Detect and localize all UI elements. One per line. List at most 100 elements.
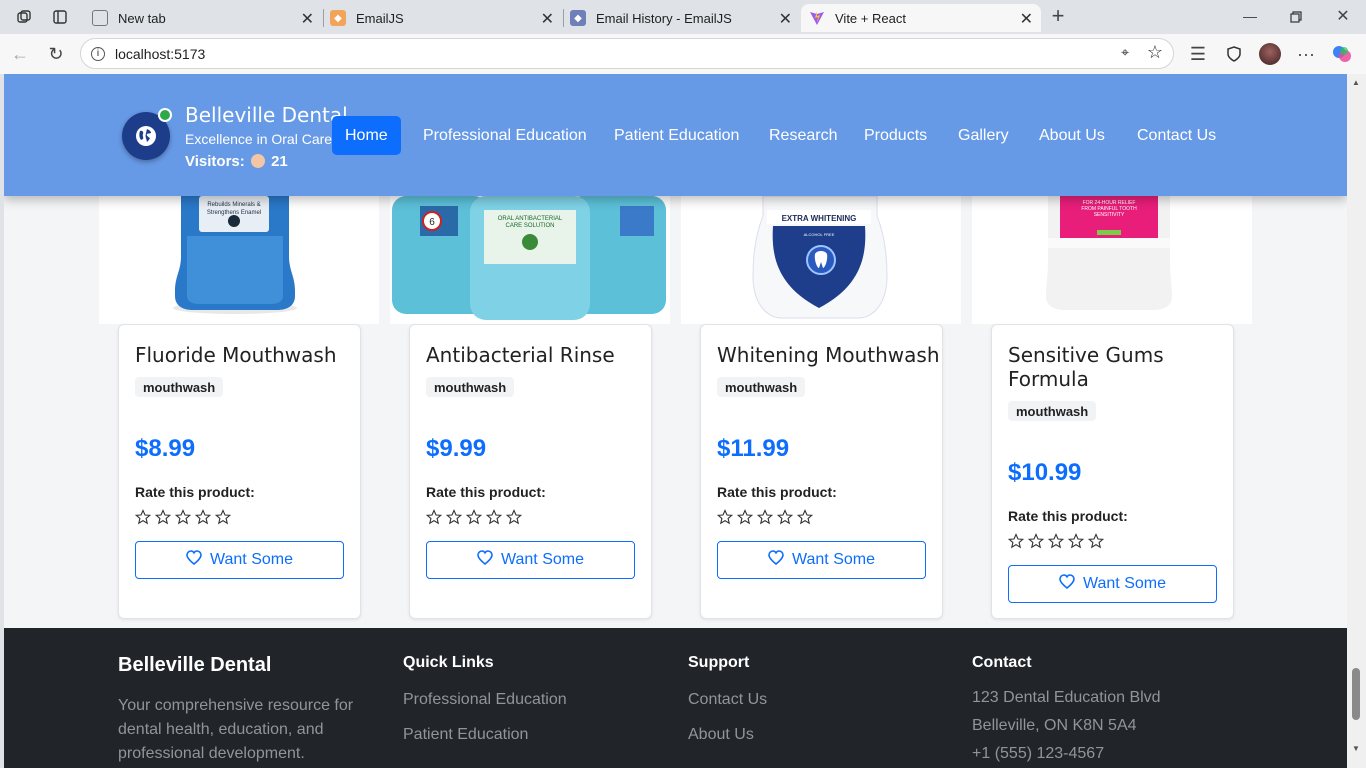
site-footer: Belleville Dental Your comprehensive res…: [4, 628, 1347, 768]
page-scrollbar[interactable]: ▲ ▼: [1347, 74, 1366, 768]
scroll-up-icon[interactable]: ▲: [1352, 78, 1360, 87]
info-icon[interactable]: i: [91, 46, 105, 61]
close-icon[interactable]: ✕: [541, 9, 554, 29]
product-image-whitening[interactable]: EXTRA WHITENING ALCOHOL FREE: [681, 196, 961, 324]
footer-brand: Belleville Dental: [118, 654, 272, 676]
star-icon[interactable]: [756, 509, 774, 530]
shield-icon[interactable]: [1222, 42, 1246, 66]
page-viewport: Belleville Dental Excellence in Oral Car…: [4, 74, 1347, 768]
product-image-fluoride[interactable]: Rebuilds Minerals & Strengthens Enamel: [99, 196, 379, 324]
want-some-button[interactable]: Want Some: [717, 541, 926, 579]
emailjs-icon: ◆: [570, 10, 586, 26]
favorites-icon[interactable]: ☰: [1186, 42, 1210, 66]
star-rating: [1007, 533, 1105, 554]
scroll-down-icon[interactable]: ▼: [1352, 744, 1360, 753]
visitor-counter: Visitors: 21: [185, 153, 288, 170]
star-icon[interactable]: [716, 509, 734, 530]
want-some-button[interactable]: Want Some: [135, 541, 344, 579]
product-name: Fluoride Mouthwash: [135, 343, 337, 367]
star-icon[interactable]: [505, 509, 523, 530]
product-price: $10.99: [1008, 459, 1082, 486]
online-status-dot: [158, 108, 172, 122]
minimize-icon[interactable]: —: [1238, 4, 1262, 28]
bottle-label-text: ALCOHOL FREE: [804, 232, 835, 237]
close-icon[interactable]: ✕: [779, 9, 792, 29]
tab-new-tab[interactable]: New tab ✕: [86, 4, 322, 32]
product-image-sensitive[interactable]: FOR 24-HOUR RELIEF FROM PAINFUL TOOTH SE…: [972, 196, 1252, 324]
site-header: Belleville Dental Excellence in Oral Car…: [4, 74, 1347, 196]
visitors-count: 21: [271, 153, 288, 170]
browser-tab-bar: New tab ✕ ◆ EmailJS ✕ ◆ Email History - …: [0, 0, 1366, 34]
avatar[interactable]: [1258, 42, 1282, 66]
category-badge: mouthwash: [717, 377, 806, 397]
nav-products[interactable]: Products: [851, 116, 940, 155]
contact-address: 123 Dental Education Blvd: [972, 689, 1161, 706]
rate-label: Rate this product:: [135, 484, 255, 500]
star-icon[interactable]: [214, 509, 232, 530]
site-title[interactable]: Belleville Dental: [185, 103, 348, 127]
globe-icon: [136, 126, 156, 146]
new-tab-icon: [92, 10, 108, 26]
tab-emailjs[interactable]: ◆ EmailJS ✕: [326, 4, 562, 32]
svg-text:6: 6: [429, 217, 435, 228]
close-icon[interactable]: ✕: [301, 9, 314, 29]
nav-patient-education[interactable]: Patient Education: [601, 116, 752, 155]
copilot-icon[interactable]: [1330, 42, 1354, 66]
favorite-star-icon[interactable]: ☆: [1147, 42, 1163, 63]
footer-description: Your comprehensive resource for dental h…: [118, 694, 353, 766]
rate-label: Rate this product:: [1008, 508, 1128, 524]
close-window-icon[interactable]: ✕: [1331, 4, 1355, 28]
star-icon[interactable]: [736, 509, 754, 530]
workspaces-icon[interactable]: [12, 5, 36, 29]
contact-city: Belleville, ON K8N 5A4: [972, 717, 1137, 734]
tab-vite-react[interactable]: Vite + React ✕: [801, 4, 1041, 32]
nav-professional-education[interactable]: Professional Education: [410, 116, 600, 155]
button-label: Want Some: [1083, 575, 1166, 592]
product-card: Antibacterial Rinse mouthwash $9.99 Rate…: [409, 324, 652, 619]
refresh-icon[interactable]: ↻: [44, 42, 68, 66]
nav-research[interactable]: Research: [756, 116, 850, 155]
button-label: Want Some: [501, 551, 584, 568]
address-bar[interactable]: i localhost:5173 ⌖ ☆: [80, 38, 1174, 69]
want-some-button[interactable]: Want Some: [426, 541, 635, 579]
tab-actions-icon[interactable]: [48, 5, 72, 29]
star-icon[interactable]: [425, 509, 443, 530]
tab-email-history[interactable]: ◆ Email History - EmailJS ✕: [566, 4, 800, 32]
product-image-antibacterial[interactable]: 6 ORAL ANTIBACTERIAL CARE SOLUTION: [390, 196, 670, 324]
star-icon[interactable]: [1047, 533, 1065, 554]
restore-icon[interactable]: [1284, 5, 1308, 29]
back-icon[interactable]: ←: [8, 42, 32, 66]
star-icon[interactable]: [1067, 533, 1085, 554]
star-icon[interactable]: [485, 509, 503, 530]
nav-about-us[interactable]: About Us: [1026, 116, 1118, 155]
new-tab-button[interactable]: +: [1046, 3, 1070, 28]
star-icon[interactable]: [1087, 533, 1105, 554]
star-icon[interactable]: [134, 509, 152, 530]
star-icon[interactable]: [776, 509, 794, 530]
star-icon[interactable]: [1027, 533, 1045, 554]
close-icon[interactable]: ✕: [1020, 9, 1033, 29]
footer-description-line: Your comprehensive resource for: [118, 697, 354, 714]
location-icon[interactable]: ⌖: [1121, 44, 1129, 61]
footer-link-professional-education[interactable]: Professional Education: [403, 691, 567, 709]
nav-home[interactable]: Home: [332, 116, 401, 155]
star-icon[interactable]: [445, 509, 463, 530]
star-icon[interactable]: [154, 509, 172, 530]
star-icon[interactable]: [174, 509, 192, 530]
star-icon[interactable]: [194, 509, 212, 530]
star-icon[interactable]: [465, 509, 483, 530]
star-rating: [134, 509, 232, 530]
nav-gallery[interactable]: Gallery: [945, 116, 1022, 155]
heart-icon: [1059, 574, 1075, 594]
star-icon[interactable]: [796, 509, 814, 530]
footer-link-contact-us[interactable]: Contact Us: [688, 691, 767, 709]
footer-link-patient-education[interactable]: Patient Education: [403, 726, 528, 744]
nav-contact-us[interactable]: Contact Us: [1124, 116, 1229, 155]
star-icon[interactable]: [1007, 533, 1025, 554]
footer-link-about-us[interactable]: About Us: [688, 726, 754, 744]
rate-label: Rate this product:: [426, 484, 546, 500]
more-icon[interactable]: ···: [1294, 42, 1318, 66]
scrollbar-thumb[interactable]: [1352, 668, 1360, 720]
want-some-button[interactable]: Want Some: [1008, 565, 1217, 603]
product-price: $8.99: [135, 435, 196, 462]
